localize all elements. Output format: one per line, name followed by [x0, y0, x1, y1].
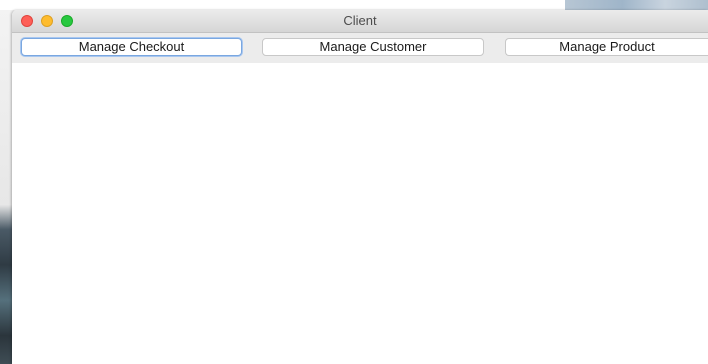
title-bar[interactable]: Client	[12, 10, 708, 33]
desktop-wallpaper-top	[0, 0, 708, 10]
wallpaper-sky	[565, 0, 708, 10]
manage-checkout-button[interactable]: Manage Checkout	[21, 38, 242, 56]
window-title: Client	[343, 13, 377, 28]
manage-customer-button[interactable]: Manage Customer	[262, 38, 484, 56]
toolbar: Manage Checkout Manage Customer Manage P…	[12, 33, 708, 63]
desktop: Client Manage Checkout Manage Customer M…	[0, 0, 708, 364]
client-window: Client Manage Checkout Manage Customer M…	[12, 10, 708, 364]
manage-product-button[interactable]: Manage Product	[505, 38, 708, 56]
content-area	[12, 63, 708, 364]
